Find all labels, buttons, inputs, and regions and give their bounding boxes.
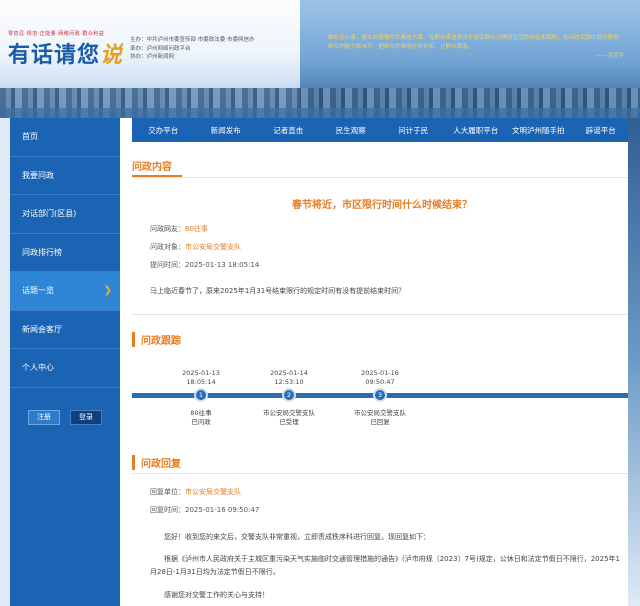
asker-row: 问政网友：80往事 (150, 224, 208, 234)
step-3-timestamp: 2025-01-16 09:50:47 (345, 369, 415, 386)
step-time: 18:05:14 (186, 377, 216, 386)
logo-title-text: 有话请您 (8, 42, 101, 68)
sidebar-item-label: 我要问政 (22, 170, 54, 180)
question-body: 马上临近春节了，原来2025年1月31号结束限行的规定时间有没有提前结束时间？ (150, 287, 406, 295)
site-logo[interactable]: 零容忍·规范·正能量·网络问政·群众利益 有话请您说 (8, 30, 123, 69)
step-date: 2025-01-16 (361, 369, 399, 377)
sidebar-item-label: 对话部门(区县) (22, 209, 77, 219)
topnav-item[interactable]: 交办平台 (132, 125, 195, 136)
asker-label: 问政网友： (150, 225, 185, 233)
step-1-dot: 1 (194, 388, 208, 402)
sidebar-item-ranking[interactable]: 问政排行榜 (10, 234, 120, 272)
sidebar-item-label: 首页 (22, 132, 38, 142)
step-date: 2025-01-14 (270, 369, 308, 377)
login-button[interactable]: 登录 (70, 409, 102, 425)
divider (132, 473, 632, 474)
organizer-line: 协办：泸州新闻网 (130, 54, 175, 60)
reply-time: 2025-01-16 09:50:47 (185, 506, 260, 514)
step-1-timestamp: 2025-01-13 18:05:14 (166, 369, 236, 386)
section-title-reply: 问政回复 (132, 455, 181, 470)
sidebar-item-label: 个人中心 (22, 363, 54, 373)
topnav-item[interactable]: 问计于民 (382, 125, 445, 136)
step-2-info: 市公安局交警支队 已受理 (244, 409, 334, 427)
topnav-item[interactable]: 民生观察 (320, 125, 383, 136)
main-content: 交办平台 新闻发布 记者直击 民生观察 问计于民 人大履职平台 文明泸州随手拍 … (120, 118, 640, 606)
time-label: 提问时间： (150, 261, 185, 269)
organizer-line: 主办：中共泸州市委宣传部 市委政法委 市委网信办 (130, 37, 255, 43)
auth-buttons: 注册 登录 (10, 409, 120, 425)
sidebar-item-home[interactable]: 首页 (10, 118, 120, 157)
top-nav: 交办平台 新闻发布 记者直击 民生观察 问计于民 人大履职平台 文明泸州随手拍 … (132, 118, 632, 142)
step-status: 已问政 (191, 418, 211, 426)
section-title-tracking: 问政跟踪 (132, 332, 181, 347)
step-date: 2025-01-13 (182, 369, 220, 377)
sidebar-nav: 首页 我要问政 对话部门(区县) 问政排行榜 话题一览 ❯ 新闻会客厅 个人中心 … (10, 118, 120, 606)
divider (132, 177, 632, 178)
topnav-item[interactable]: 新闻发布 (195, 125, 258, 136)
organizer-line: 承办：泸州网络问政平台 (130, 45, 191, 52)
step-status: 已受理 (279, 418, 299, 426)
slogan-text: 群众无小事，群众的事情件件都是大事。在群众来信来访中感受群众对美好生活的向往和期… (328, 35, 619, 50)
asker-name[interactable]: 80往事 (185, 225, 208, 233)
sidebar-item-departments[interactable]: 对话部门(区县) (10, 195, 120, 234)
sidebar-item-label: 问政排行榜 (22, 247, 62, 257)
sidebar-item-ask[interactable]: 我要问政 (10, 157, 120, 195)
step-3-dot: 3 (373, 388, 387, 402)
chevron-right-icon: ❯ (103, 285, 112, 297)
time-row: 提问时间：2025-01-13 18:05:14 (150, 260, 259, 270)
header-banner: 零容忍·规范·正能量·网络问政·群众利益 有话请您说 主办：中共泸州市委宣传部 … (0, 0, 640, 118)
step-time: 12:53:10 (274, 377, 304, 386)
organizer-info: 主办：中共泸州市委宣传部 市委政法委 市委网信办 承办：泸州网络问政平台 协办：… (130, 36, 290, 62)
logo-accent: 说 (100, 42, 124, 68)
target-row: 问政对象：市公安局交警支队 (150, 242, 241, 252)
step-2-dot: 2 (282, 388, 296, 402)
reply-paragraph: 您好！收到您的来文后，交警支队非常重视，立即责成秩序科进行回复。现回复如下： (164, 533, 430, 541)
logo-tagline: 零容忍·规范·正能量·网络问政·群众利益 (8, 31, 105, 37)
topnav-item[interactable]: 文明泸州随手拍 (507, 125, 570, 136)
sidebar-item-topics[interactable]: 话题一览 ❯ (10, 272, 120, 311)
reply-time-label: 回复时间： (150, 506, 185, 514)
right-decoration (628, 118, 640, 606)
reply-unit-label: 回复单位： (150, 488, 185, 496)
target-label: 问政对象： (150, 243, 185, 251)
step-who: 80往事 (190, 409, 212, 417)
sidebar-item-label: 话题一览 (22, 286, 54, 296)
target-name[interactable]: 市公安局交警支队 (185, 243, 241, 251)
topnav-item[interactable]: 记者直击 (257, 125, 320, 136)
slogan: 群众无小事，群众的事情件件都是大事。在群众来信来访中感受群众对美好生活的向往和期… (328, 34, 624, 61)
question-title: 春节将近，市区限行时间什么时候结束？ (292, 200, 472, 211)
topnav-item[interactable]: 人大履职平台 (445, 125, 508, 136)
divider (132, 314, 632, 315)
step-who: 市公安局交警支队 (354, 409, 406, 417)
topnav-item[interactable]: 辟谣平台 (570, 125, 633, 136)
step-status: 已回复 (370, 418, 390, 426)
reply-time-row: 回复时间：2025-01-16 09:50:47 (150, 505, 259, 515)
reply-unit-row: 回复单位：市公安局交警支队 (150, 487, 241, 497)
slogan-author: ——习近平 (596, 53, 624, 59)
step-time: 09:50:47 (365, 377, 395, 386)
step-who: 市公安局交警支队 (263, 409, 315, 417)
river (0, 108, 640, 118)
sidebar-item-label: 新闻会客厅 (22, 324, 62, 334)
step-2-timestamp: 2025-01-14 12:53:10 (254, 369, 324, 386)
section-title-content: 问政内容 (132, 162, 172, 173)
reply-unit[interactable]: 市公安局交警支队 (185, 488, 241, 496)
reply-paragraph: 根据《泸州市人民政府关于主城区重污染天气实施临时交通管理措施的通告》(泸市府规〔… (150, 555, 620, 576)
step-3-info: 市公安局交警支队 已回复 (335, 409, 425, 427)
question-time: 2025-01-13 18:05:14 (185, 261, 260, 269)
sidebar-item-profile[interactable]: 个人中心 (10, 349, 120, 388)
register-button[interactable]: 注册 (28, 409, 60, 425)
reply-paragraph: 感谢您对交警工作的关心与支持！ (164, 591, 269, 599)
sidebar-item-news-lounge[interactable]: 新闻会客厅 (10, 311, 120, 349)
step-1-info: 80往事 已问政 (156, 409, 246, 427)
logo-title: 有话请您说 (8, 37, 123, 69)
